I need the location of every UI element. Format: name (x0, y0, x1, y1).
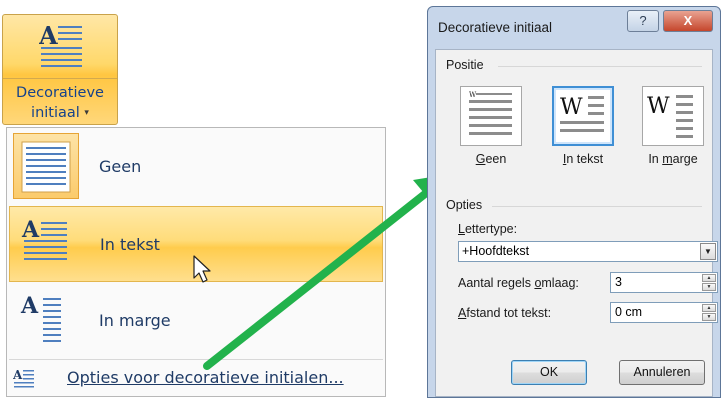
lines-label: Aantal regels omlaag: (458, 276, 579, 290)
svg-text:A: A (39, 22, 58, 50)
mouse-cursor-icon (193, 255, 211, 283)
spin-down-icon[interactable]: ▼ (702, 283, 716, 291)
no-drop-cap-icon (13, 133, 79, 199)
chevron-down-icon[interactable]: ▼ (700, 243, 716, 260)
dialog-title: Decoratieve initiaal (438, 20, 553, 35)
drop-cap-dialog: Decoratieve initiaal ? X Positie W Geen … (427, 6, 721, 398)
close-icon: X (683, 13, 693, 28)
ribbon-label-line2: initiaal (31, 105, 80, 121)
font-combobox[interactable]: +Hoofdtekst ▼ (458, 241, 718, 262)
menu-item-label: Geen (99, 157, 142, 176)
position-option-label: In tekst (562, 152, 604, 166)
menu-item-label: In tekst (100, 235, 160, 254)
position-in-margin-icon: W (642, 86, 704, 146)
group-divider (498, 66, 702, 67)
font-label: Lettertype: (458, 222, 518, 236)
cancel-button[interactable]: Annuleren (619, 360, 705, 385)
drop-cap-in-text-icon: A (14, 211, 80, 277)
position-group-label: Positie (446, 58, 484, 72)
close-button[interactable]: X (663, 10, 713, 32)
svg-text:W: W (560, 95, 583, 120)
svg-text:A: A (21, 217, 40, 243)
lines-value: 3 (615, 275, 622, 289)
distance-spinner[interactable]: 0 cm ▲ ▼ (610, 302, 718, 323)
svg-text:W: W (469, 91, 477, 99)
options-group-label: Opties (446, 198, 483, 212)
menu-item-drop-cap-options[interactable]: A Opties voor decoratieve initialen... (9, 360, 383, 396)
ok-button[interactable]: OK (511, 360, 587, 385)
menu-footer-label: Opties voor decoratieve initialen... (67, 368, 344, 387)
menu-item-label: In marge (99, 311, 171, 330)
dialog-body: Positie W Geen W In tekst W In marge Opt… (435, 49, 718, 397)
help-button[interactable]: ? (627, 10, 659, 32)
ribbon-button-label[interactable]: Decoratieve initiaal ▾ (3, 83, 117, 123)
lines-spinner[interactable]: 3 ▲ ▼ (610, 272, 718, 293)
spin-up-icon[interactable]: ▲ (702, 304, 716, 312)
svg-text:W: W (647, 94, 670, 119)
position-none-icon: W (460, 86, 522, 146)
svg-text:A: A (13, 368, 23, 382)
position-option-label: Geen (475, 152, 507, 166)
svg-text:A: A (20, 293, 39, 319)
position-option-geen[interactable]: W Geen (460, 86, 522, 166)
distance-label: Afstand tot tekst: (458, 306, 552, 320)
ribbon-button-split (3, 78, 117, 79)
dialog-titlebar[interactable]: Decoratieve initiaal ? X (428, 7, 720, 49)
position-option-in-tekst[interactable]: W In tekst (552, 86, 614, 166)
drop-cap-in-margin-icon: A (13, 287, 79, 353)
menu-item-in-marge[interactable]: A In marge (9, 283, 383, 359)
ribbon-label-line1: Decoratieve (16, 85, 104, 101)
distance-value: 0 cm (615, 305, 643, 319)
position-option-label: In marge (648, 152, 698, 166)
drop-cap-icon: A (39, 22, 82, 67)
chevron-down-icon: ▾ (84, 108, 89, 118)
drop-cap-ribbon-button[interactable]: A Decoratieve initiaal ▾ (2, 14, 118, 125)
drop-cap-options-icon: A (13, 368, 34, 388)
font-value: +Hoofdtekst (462, 244, 530, 258)
help-icon: ? (639, 13, 647, 28)
position-option-in-marge[interactable]: W In marge (642, 86, 704, 166)
group-divider (492, 206, 702, 207)
position-in-text-icon: W (552, 86, 614, 146)
spin-down-icon[interactable]: ▼ (702, 313, 716, 321)
menu-item-geen[interactable]: Geen (9, 129, 383, 205)
spin-up-icon[interactable]: ▲ (702, 274, 716, 282)
